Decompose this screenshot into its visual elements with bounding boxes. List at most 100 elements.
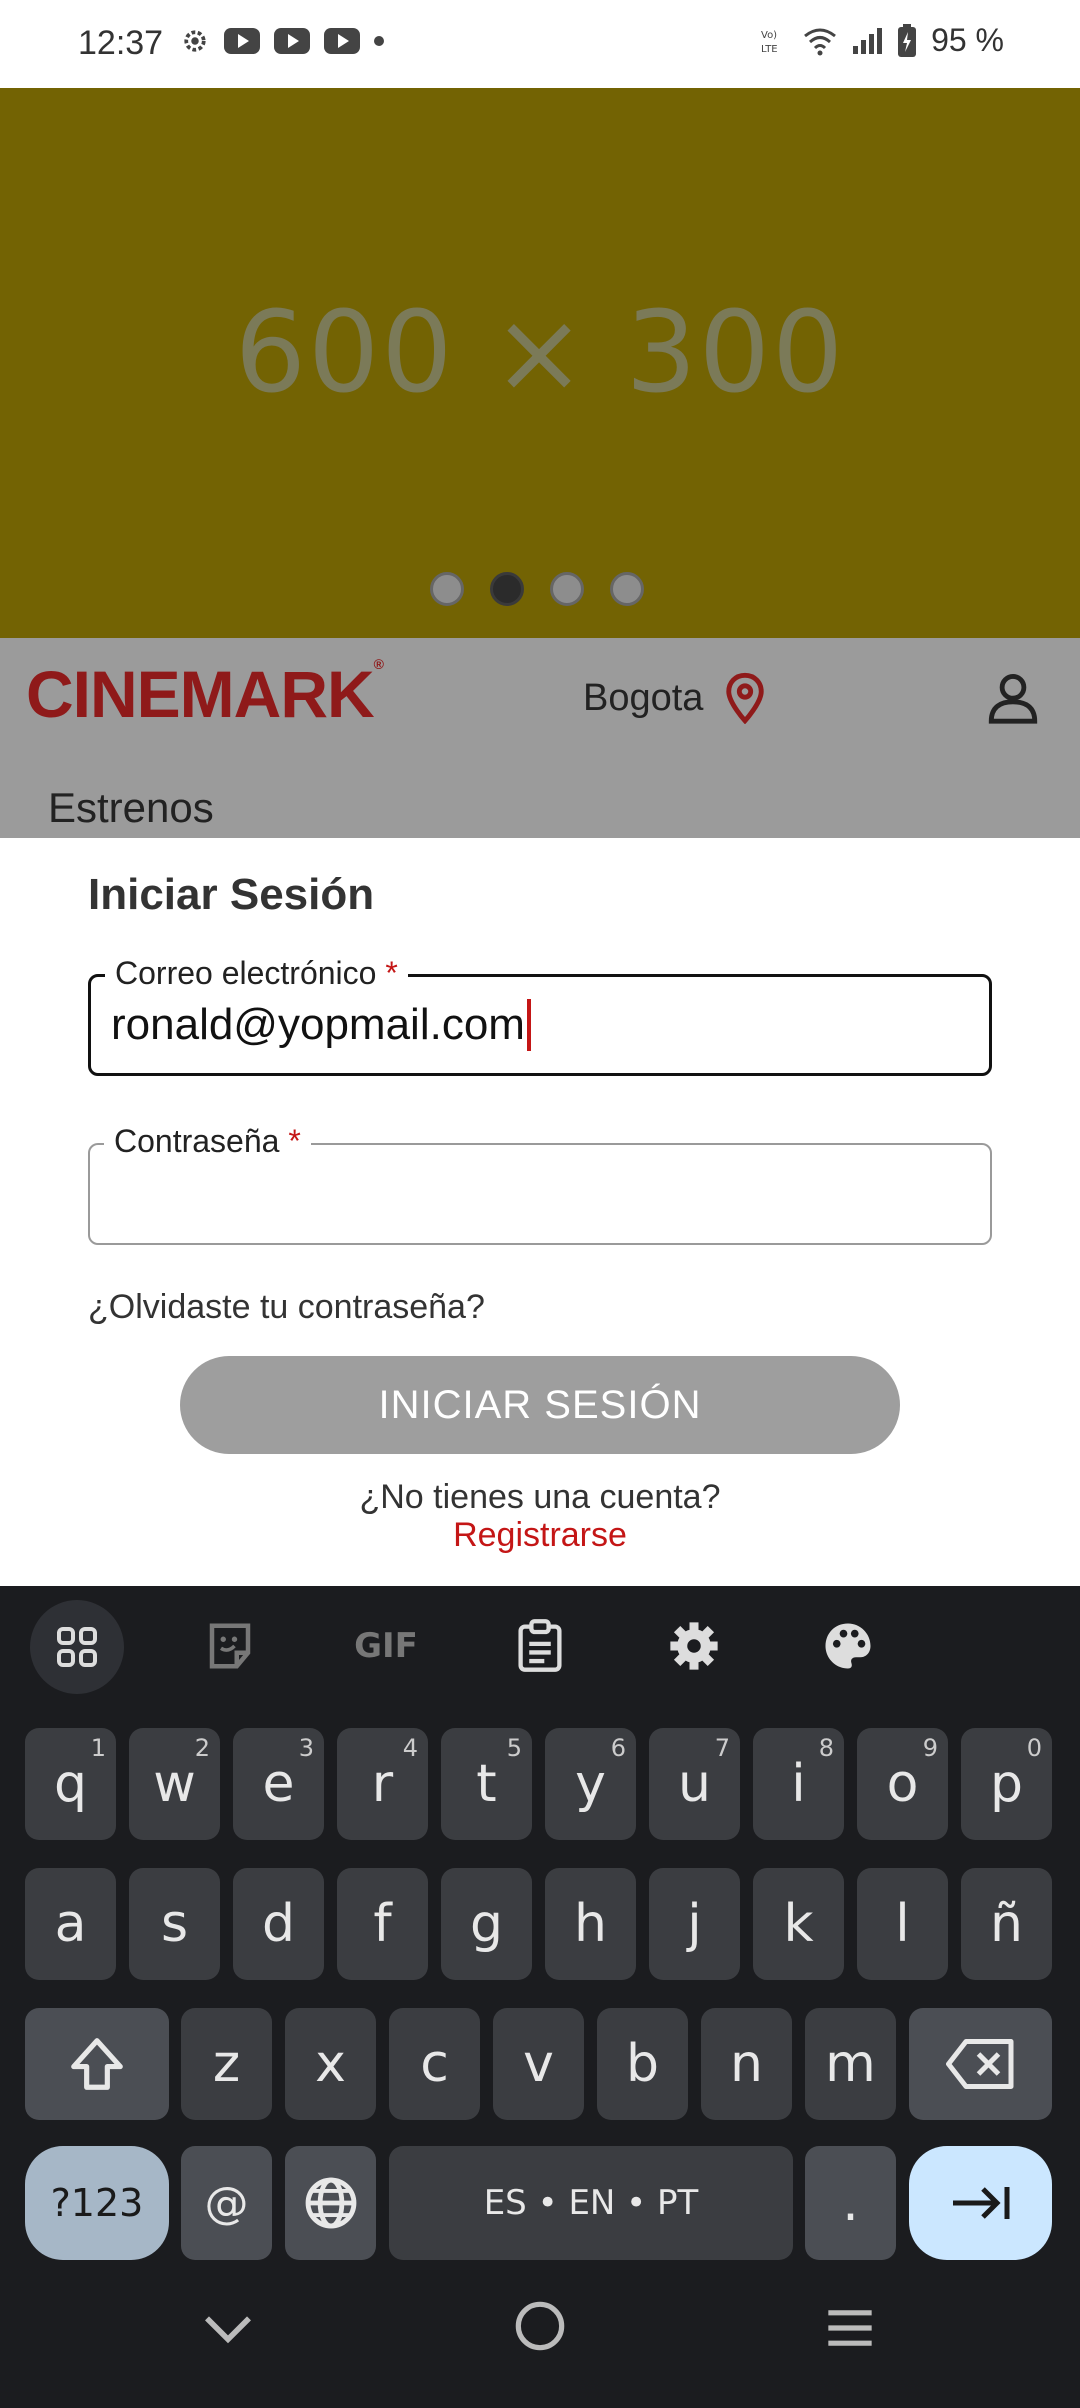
banner-carousel[interactable]: 600 × 300 xyxy=(0,88,1080,638)
key-label: d xyxy=(261,1894,295,1954)
sticker-button[interactable] xyxy=(198,1614,262,1678)
key-label: n xyxy=(730,2034,763,2094)
key-e[interactable]: e3 xyxy=(233,1728,324,1840)
backspace-key[interactable] xyxy=(909,2008,1052,2120)
key-i[interactable]: i8 xyxy=(753,1728,844,1840)
password-label: Contraseña * xyxy=(104,1123,311,1160)
forgot-password-link[interactable]: ¿Olvidaste tu contraseña? xyxy=(88,1288,485,1327)
keyboard-settings-button[interactable] xyxy=(662,1614,726,1678)
volte-icon: Vo) LTE xyxy=(761,30,778,55)
key-label: c xyxy=(420,2034,449,2094)
battery-charging-icon xyxy=(898,23,917,57)
no-account-text: ¿No tienes una cuenta? xyxy=(359,1478,721,1516)
shift-key[interactable] xyxy=(25,2008,169,2120)
cinemark-logo: CINEMARK® xyxy=(26,656,384,731)
key-c[interactable]: c xyxy=(389,2008,480,2120)
key-label: k xyxy=(783,1894,814,1954)
key-s[interactable]: s xyxy=(129,1868,220,1980)
symbols-key[interactable]: ?123 xyxy=(25,2146,169,2260)
key-n-tilde[interactable]: ñ xyxy=(961,1868,1052,1980)
key-g[interactable]: g xyxy=(441,1868,532,1980)
battery-percent: 95 % xyxy=(931,22,1004,58)
key-hint: 4 xyxy=(402,1734,418,1762)
carousel-dot[interactable] xyxy=(550,572,584,606)
text-caret xyxy=(526,999,531,1051)
register-link[interactable]: Registrarse xyxy=(0,1516,1080,1555)
login-sheet: Iniciar Sesión Correo electrónico * rona… xyxy=(0,838,1080,1586)
key-q[interactable]: q1 xyxy=(25,1728,116,1840)
settings-icon xyxy=(184,30,206,52)
key-b[interactable]: b xyxy=(597,2008,688,2120)
apps-grid-button[interactable] xyxy=(30,1600,124,1694)
key-label: ES • EN • PT xyxy=(483,2183,699,2223)
login-button[interactable]: INICIAR SESIÓN xyxy=(180,1356,900,1454)
password-field[interactable]: Contraseña * xyxy=(88,1123,992,1245)
key-label: @ xyxy=(204,2177,249,2229)
navigation-bar xyxy=(0,2276,1080,2408)
palette-icon xyxy=(825,1623,871,1669)
key-x[interactable]: x xyxy=(285,2008,376,2120)
key-label: v xyxy=(523,2034,554,2094)
key-hint: 0 xyxy=(1026,1734,1042,1762)
key-hint: 7 xyxy=(714,1734,730,1762)
globe-icon xyxy=(305,2177,356,2229)
key-h[interactable]: h xyxy=(545,1868,636,1980)
key-o[interactable]: o9 xyxy=(857,1728,948,1840)
recents-menu-icon[interactable] xyxy=(824,2306,876,2350)
gif-button[interactable]: GIF xyxy=(352,1614,420,1678)
shift-icon xyxy=(71,2038,123,2090)
key-t[interactable]: t5 xyxy=(441,1728,532,1840)
profile-button[interactable] xyxy=(984,668,1042,726)
city-selector[interactable]: Bogota xyxy=(583,672,765,724)
key-z[interactable]: z xyxy=(181,2008,272,2120)
soft-keyboard: GIF q1 w2 e3 r4 t5 y6 u7 i8 o9 p0 a s d … xyxy=(0,1586,1080,2408)
dot-icon xyxy=(374,36,384,46)
email-input[interactable]: ronald@yopmail.com xyxy=(111,999,531,1051)
next-key[interactable] xyxy=(909,2146,1052,2260)
theme-button[interactable] xyxy=(816,1614,880,1678)
status-bar: 12:37 Vo) LTE 95 % xyxy=(0,0,1080,88)
password-label-text: Contraseña xyxy=(114,1123,280,1159)
key-v[interactable]: v xyxy=(493,2008,584,2120)
wifi-icon xyxy=(804,28,836,55)
key-hint: 5 xyxy=(506,1734,522,1762)
key-k[interactable]: k xyxy=(753,1868,844,1980)
app-header: CINEMARK® Bogota Estrenos xyxy=(0,638,1080,838)
at-key[interactable]: @ xyxy=(181,2146,272,2260)
key-label: b xyxy=(625,2034,659,2094)
required-mark: * xyxy=(385,955,398,991)
clipboard-button[interactable] xyxy=(508,1614,572,1678)
key-j[interactable]: j xyxy=(649,1868,740,1980)
key-d[interactable]: d xyxy=(233,1868,324,1980)
home-icon[interactable] xyxy=(514,2300,566,2352)
key-label: f xyxy=(373,1894,392,1954)
key-label: u xyxy=(678,1754,711,1814)
required-mark: * xyxy=(288,1123,301,1159)
key-label: . xyxy=(842,2173,859,2233)
hide-keyboard-icon[interactable] xyxy=(200,2310,256,2350)
carousel-dot-active[interactable] xyxy=(490,572,524,606)
key-u[interactable]: u7 xyxy=(649,1728,740,1840)
key-a[interactable]: a xyxy=(25,1868,116,1980)
key-r[interactable]: r4 xyxy=(337,1728,428,1840)
carousel-dot[interactable] xyxy=(610,572,644,606)
key-n[interactable]: n xyxy=(701,2008,792,2120)
key-label: g xyxy=(469,1894,503,1954)
gif-label: GIF xyxy=(354,1626,418,1666)
key-l[interactable]: l xyxy=(857,1868,948,1980)
language-key[interactable] xyxy=(285,2146,376,2260)
location-pin-icon xyxy=(726,672,765,724)
space-key[interactable]: ES • EN • PT xyxy=(389,2146,793,2260)
key-y[interactable]: y6 xyxy=(545,1728,636,1840)
key-p[interactable]: p0 xyxy=(961,1728,1052,1840)
settings-icon xyxy=(670,1622,718,1670)
key-label: a xyxy=(54,1894,87,1954)
period-key[interactable]: . xyxy=(805,2146,896,2260)
carousel-dot[interactable] xyxy=(430,572,464,606)
key-hint: 6 xyxy=(610,1734,626,1762)
key-label: o xyxy=(886,1754,919,1814)
key-f[interactable]: f xyxy=(337,1868,428,1980)
key-w[interactable]: w2 xyxy=(129,1728,220,1840)
key-m[interactable]: m xyxy=(805,2008,896,2120)
email-field[interactable]: Correo electrónico * ronald@yopmail.com xyxy=(88,955,992,1076)
